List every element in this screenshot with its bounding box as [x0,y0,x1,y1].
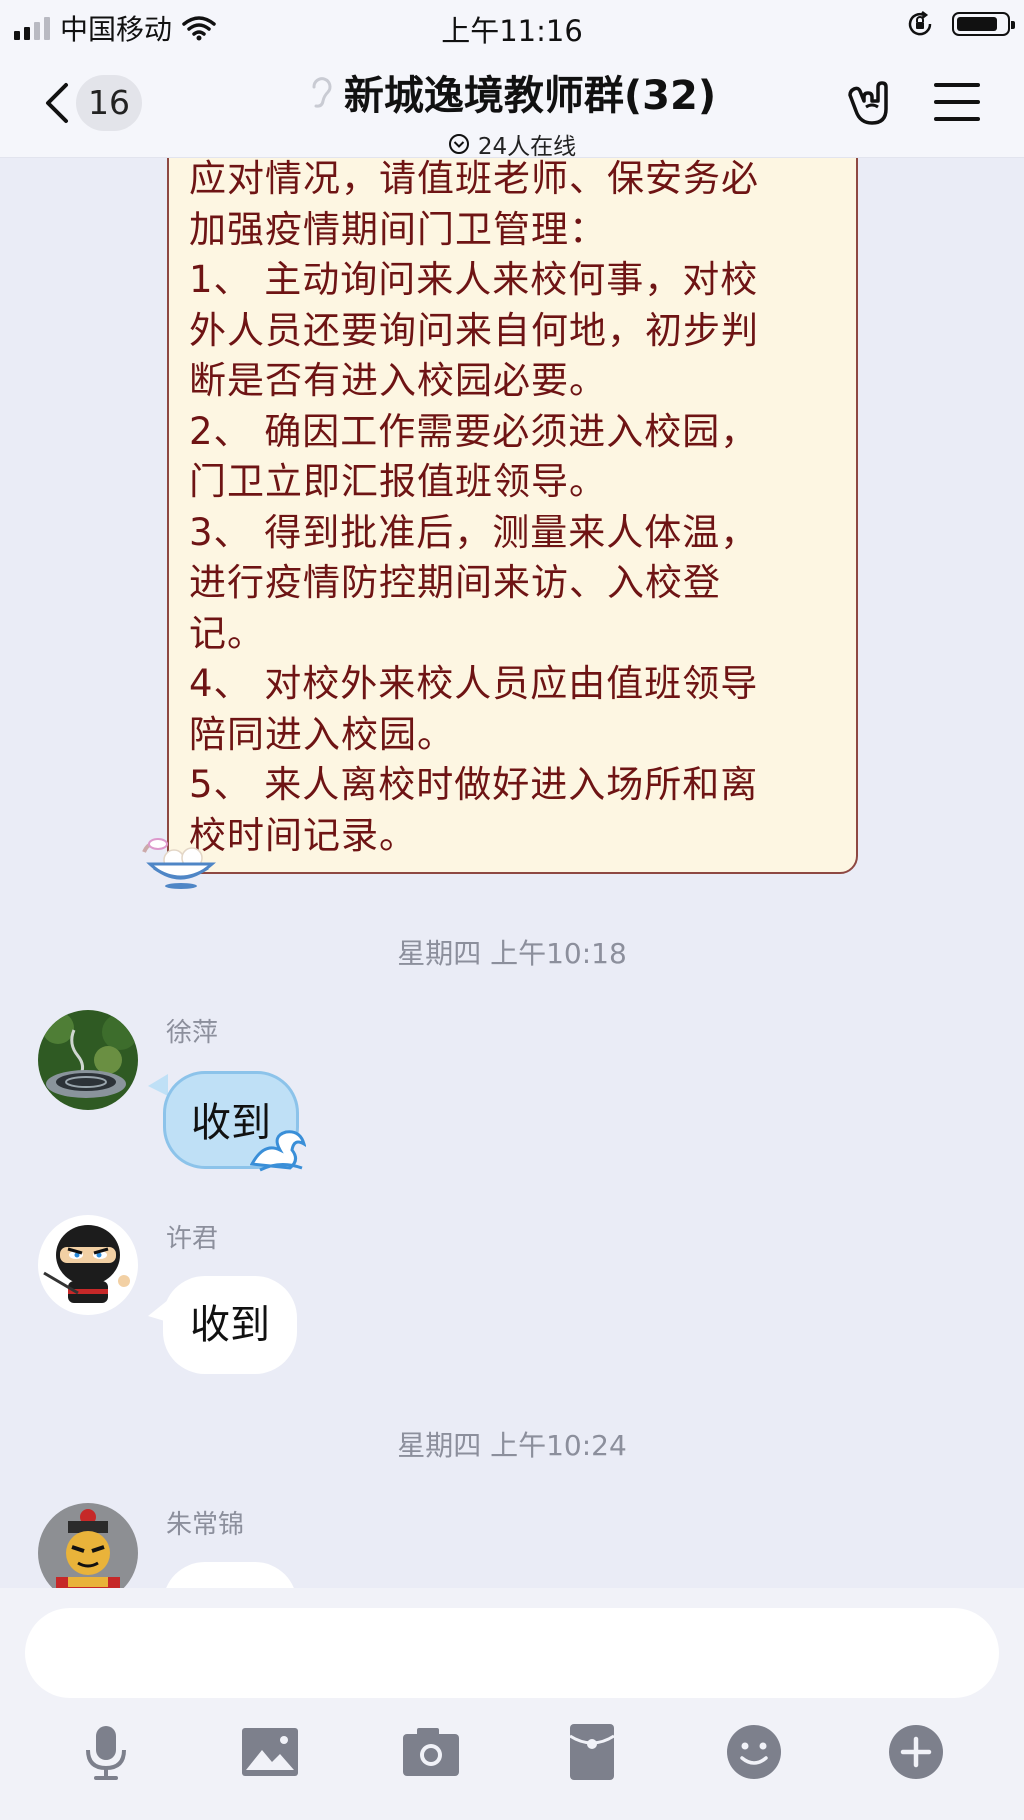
camera-icon[interactable] [399,1720,463,1784]
message-input[interactable] [25,1608,999,1698]
notice-message-text: 应对情况，请值班老师、保安务必 加强疫情期间门卫管理： 1、 主动询问来人来校何… [189,154,849,861]
group-title: 新城逸境教师群(32) [343,73,717,119]
input-toolbar [0,1720,1024,1810]
timestamp: 星期四 上午10:18 [397,937,627,970]
status-time: 上午11:16 [441,14,583,48]
input-bar [0,1588,1024,1820]
image-icon[interactable] [238,1720,302,1784]
notice-line: 陪同进入校园。 [189,712,455,756]
notice-line: 外人员还要询问来自何地，初步判 [189,308,759,352]
ear-icon [312,77,332,108]
menu-icon[interactable] [934,83,980,123]
avatar[interactable] [38,1010,138,1110]
notice-line: 进行疫情防控期间来访、入校登 [189,561,721,604]
notice-line: 1、 主动询问来人来校何事，对校 [189,258,759,301]
status-bar: 中国移动 上午11:16 [0,0,1024,50]
notice-line: 记。 [189,611,265,655]
microphone-icon[interactable] [74,1720,138,1784]
notice-line: 5、 来人离校时做好进入场所和离 [189,763,759,806]
notice-line: 3、 得到批准后，测量来人体温， [189,510,759,554]
notice-line: 断是否有进入校园必要。 [189,359,607,402]
message-text: 收到 [190,1302,270,1348]
bubble-tail [148,1074,168,1096]
notice-line: 校时间记录。 [189,813,417,857]
notice-message-bubble[interactable]: 应对情况，请值班老师、保安务必 加强疫情期间门卫管理： 1、 主动询问来人来校何… [167,120,858,874]
sender-name: 徐萍 [166,1018,219,1048]
sender-name: 许君 [166,1224,219,1254]
top-bar: 中国移动 上午11:16 16 新城逸境教师群(32) 24人在线 [0,0,1024,160]
sender-name: 朱常锦 [166,1510,245,1540]
message-bubble[interactable]: 收到 [163,1276,297,1374]
notice-line: 门卫立即汇报值班领导。 [189,460,607,503]
avatar-incense-image [38,1010,138,1110]
plus-icon[interactable] [884,1720,948,1784]
bowl-decoration-icon [142,838,216,889]
notice-line: 2、 确因工作需要必须进入校园， [189,409,759,453]
wave-decoration-icon [250,1130,306,1172]
online-count: 24人在线 [477,134,577,160]
timestamp: 星期四 上午10:24 [397,1429,627,1462]
chevron-circle-icon [448,134,469,154]
red-packet-icon[interactable] [560,1720,624,1784]
rock-hand-gesture-icon[interactable] [842,77,892,129]
avatar[interactable] [38,1215,138,1315]
avatar-ninja-image [38,1215,138,1315]
chat-header: 16 新城逸境教师群(32) 24人在线 [0,55,1024,160]
notice-line: 4、 对校外来校人员应由值班领导 [189,662,759,705]
notice-line: 应对情况，请值班老师、保安务必 [189,157,759,200]
battery-icon [952,12,1015,36]
notice-line: 加强疫情期间门卫管理： [189,207,607,251]
orientation-lock-icon [908,11,932,36]
emoji-icon[interactable] [722,1720,786,1784]
chat-message-list[interactable]: 应对情况，请值班老师、保安务必 加强疫情期间门卫管理： 1、 主动询问来人来校何… [0,0,1024,1660]
